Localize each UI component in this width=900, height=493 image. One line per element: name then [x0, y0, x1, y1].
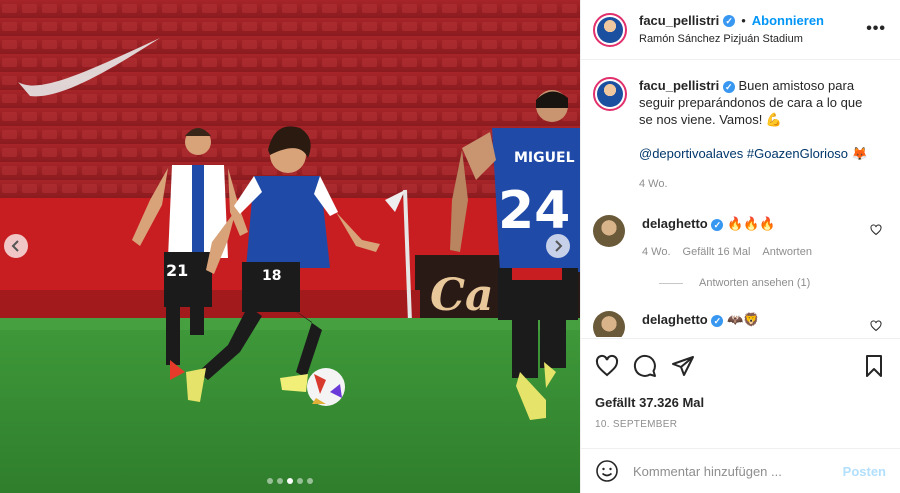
- chevron-left-icon: [11, 240, 19, 252]
- share-paper-plane-icon[interactable]: [671, 354, 695, 378]
- like-heart-icon[interactable]: [595, 354, 619, 378]
- comments-section: facu_pellistri ✓ Buen amistoso para segu…: [581, 61, 900, 337]
- post-side-panel: facu_pellistri ✓ • Abonnieren Ramón Sánc…: [580, 0, 900, 493]
- like-comment-icon[interactable]: [870, 223, 882, 241]
- carousel-dot: [287, 478, 293, 484]
- more-options-button[interactable]: •••: [866, 20, 886, 38]
- reply-button[interactable]: Antworten: [762, 244, 812, 261]
- caption: facu_pellistri ✓ Buen amistoso para segu…: [593, 77, 888, 193]
- caption-tags[interactable]: @deportivoalaves #GoazenGlorioso 🦊: [639, 145, 879, 162]
- author-username[interactable]: facu_pellistri: [639, 13, 719, 29]
- comment-avatar[interactable]: [593, 311, 625, 337]
- previous-image-button[interactable]: [4, 234, 28, 258]
- add-comment-bar: Posten: [581, 448, 900, 493]
- chevron-right-icon: [555, 240, 563, 252]
- carousel-dot: [277, 478, 283, 484]
- follow-button[interactable]: Abonnieren: [752, 13, 824, 29]
- location-link[interactable]: Ramón Sánchez Pizjuán Stadium: [639, 31, 824, 47]
- post-actions: Gefällt 37.326 Mal 10. SEPTEMBER: [581, 338, 900, 430]
- avatar[interactable]: [593, 12, 627, 47]
- comment-username[interactable]: delaghetto: [642, 216, 708, 231]
- post-image[interactable]: Ca 21 18 MIGUEL 24: [0, 0, 580, 493]
- carousel-indicator: [0, 478, 580, 484]
- comment-likes[interactable]: Gefällt 16 Mal: [683, 244, 751, 261]
- verified-icon: ✓: [711, 219, 724, 231]
- carousel-dot: [267, 478, 273, 484]
- comment-text: 🔥🔥🔥: [726, 216, 776, 231]
- caption-avatar[interactable]: [593, 77, 627, 111]
- jersey-number-left: 21: [166, 261, 188, 280]
- carousel-dot: [297, 478, 303, 484]
- view-replies-button[interactable]: Antworten ansehen (1): [659, 277, 888, 289]
- verified-icon: ✓: [722, 81, 735, 93]
- carousel-dot: [307, 478, 313, 484]
- comment-bubble-icon[interactable]: [633, 354, 657, 378]
- post-date[interactable]: 10. SEPTEMBER: [595, 419, 886, 430]
- verified-icon: ✓: [723, 14, 736, 27]
- comment-input[interactable]: [633, 463, 843, 479]
- banner-text: Ca: [430, 270, 494, 321]
- divider-line: [659, 282, 683, 284]
- emoji-smiley-icon[interactable]: [595, 459, 619, 483]
- post-comment-button[interactable]: Posten: [843, 464, 886, 479]
- jersey-number-main: 18: [262, 268, 281, 284]
- verified-icon: ✓: [711, 315, 724, 327]
- like-count[interactable]: Gefällt 37.326 Mal: [595, 395, 886, 410]
- comment-time[interactable]: 4 Wo.: [642, 244, 671, 261]
- next-image-button[interactable]: [546, 234, 570, 258]
- separator-dot: •: [741, 12, 746, 28]
- football: [307, 368, 345, 406]
- bookmark-icon[interactable]: [862, 354, 886, 378]
- comment-text: 🦇🦁: [726, 312, 760, 327]
- comment-item: delaghetto ✓ 🦇🦁: [593, 311, 888, 337]
- comment-username[interactable]: delaghetto: [642, 312, 708, 327]
- caption-username[interactable]: facu_pellistri: [639, 78, 719, 93]
- comment-item: delaghetto ✓ 🔥🔥🔥 4 Wo. Gefällt 16 Mal An…: [593, 215, 888, 261]
- view-replies-label: Antworten ansehen (1): [699, 277, 811, 289]
- caption-time[interactable]: 4 Wo.: [639, 176, 879, 193]
- like-comment-icon[interactable]: [870, 319, 882, 337]
- jersey-number-back: 24: [498, 181, 570, 241]
- jersey-name-back: MIGUEL: [514, 150, 575, 166]
- football-photo: Ca 21 18 MIGUEL 24: [0, 0, 580, 493]
- comment-avatar[interactable]: [593, 215, 625, 247]
- post-header: facu_pellistri ✓ • Abonnieren Ramón Sánc…: [581, 0, 900, 60]
